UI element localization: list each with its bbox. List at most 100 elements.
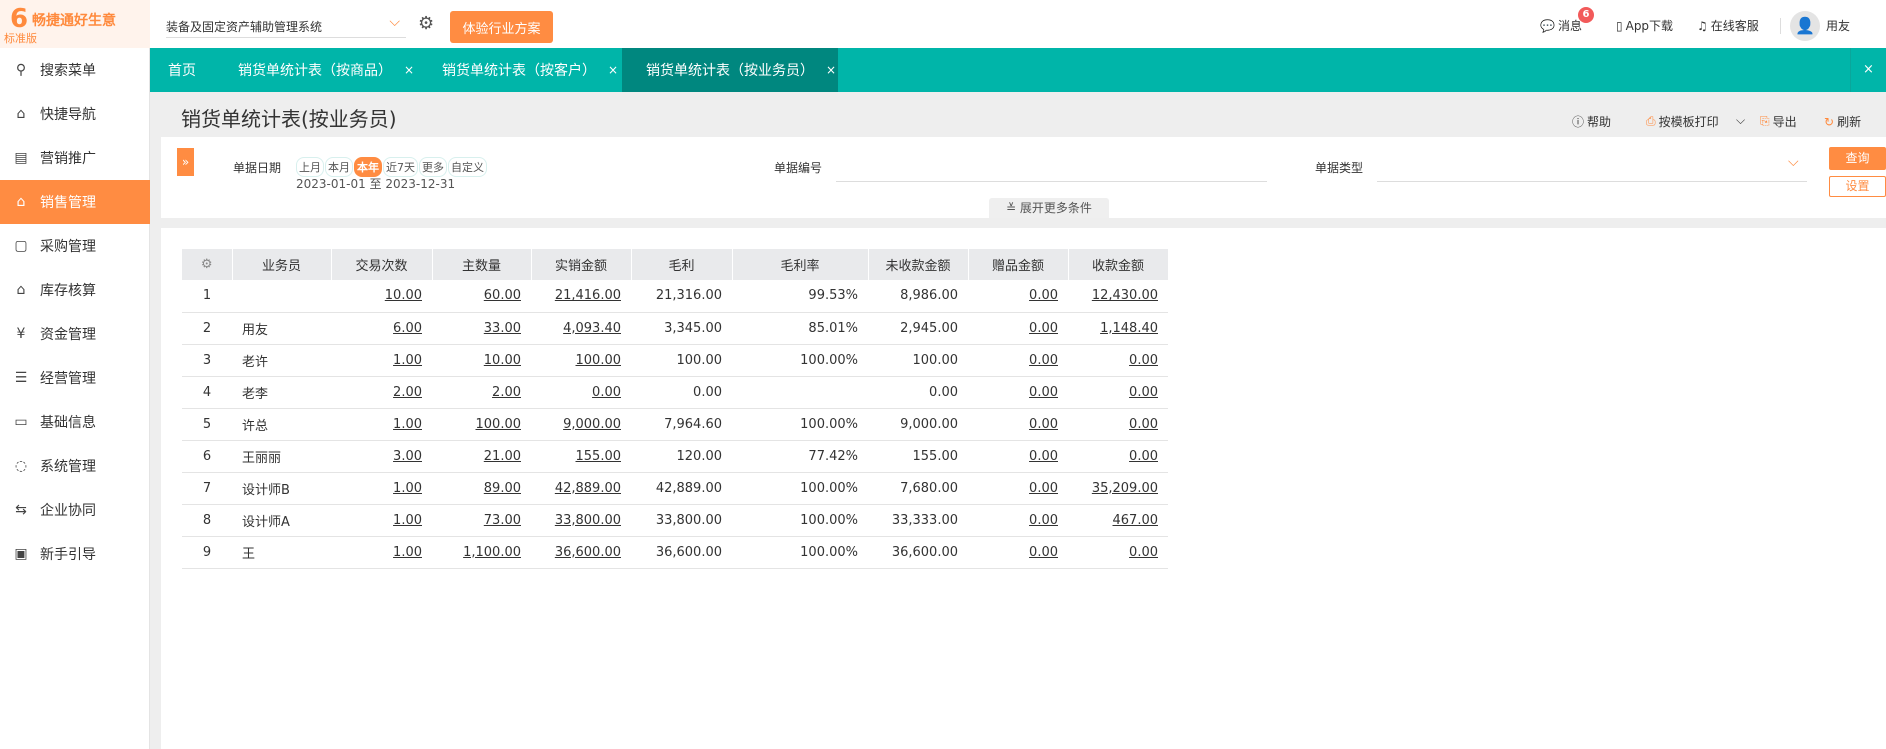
date-chip[interactable]: 本月 xyxy=(325,157,353,177)
cell-link[interactable]: 6.00 xyxy=(393,321,422,336)
table-row[interactable]: 2 用友 6.00 33.00 4,093.40 3,345.00 85.01% 2,945.… xyxy=(182,312,1168,345)
cell-link[interactable]: 9,000.00 xyxy=(563,417,621,432)
print-options-dropdown[interactable]: ⌵ xyxy=(1736,113,1745,128)
cell-link[interactable]: 1.00 xyxy=(393,353,422,368)
tab-home[interactable]: 首页 xyxy=(168,48,196,92)
app-download-button[interactable]: ▯ App下载 xyxy=(1616,17,1673,34)
cell-link[interactable]: 1.00 xyxy=(393,481,422,496)
cell-link[interactable]: 0.00 xyxy=(1029,385,1058,400)
cell-link[interactable]: 0.00 xyxy=(1029,513,1058,528)
cell-link[interactable]: 10.00 xyxy=(385,288,422,303)
cell-link[interactable]: 155.00 xyxy=(576,449,622,464)
type-select[interactable] xyxy=(1377,181,1807,182)
table-row[interactable]: 6 王丽丽 3.00 21.00 155.00 120.00 77.42% 155.00 0.0… xyxy=(182,440,1168,473)
column-header[interactable]: 毛利率 xyxy=(732,249,869,280)
sidebar-item[interactable]: ⌂ 库存核算 xyxy=(0,268,150,312)
table-row[interactable]: 8 设计师A 1.00 73.00 33,800.00 33,800.00 100.00% 3… xyxy=(182,504,1168,537)
brand-logo[interactable]: 6 畅捷通好生意 标准版 xyxy=(0,0,150,48)
help-button[interactable]: ⓘ 帮助 xyxy=(1572,113,1611,130)
export-button[interactable]: ⎘ 导出 xyxy=(1760,113,1797,130)
cell-link[interactable]: 0.00 xyxy=(1029,288,1058,303)
cell-link[interactable]: 100.00 xyxy=(576,353,622,368)
table-row[interactable]: 3 老许 1.00 10.00 100.00 100.00 100.00% 100.00 0.0… xyxy=(182,344,1168,377)
sidebar-item[interactable]: ▣ 新手引导 xyxy=(0,532,150,576)
table-row[interactable]: 4 老李 2.00 2.00 0.00 0.00 0.00 0.00 0.00 xyxy=(182,376,1168,409)
number-input[interactable] xyxy=(836,181,1267,182)
cell-link[interactable]: 0.00 xyxy=(1029,353,1058,368)
cell-link[interactable]: 42,889.00 xyxy=(555,481,621,496)
sidebar-item[interactable]: ☰ 经营管理 xyxy=(0,356,150,400)
cell-link[interactable]: 1,100.00 xyxy=(463,545,521,560)
cell-link[interactable]: 21,416.00 xyxy=(555,288,621,303)
cell-link[interactable]: 1.00 xyxy=(393,417,422,432)
cell-link[interactable]: 10.00 xyxy=(484,353,521,368)
tab-by-salesperson[interactable]: 销货单统计表（按业务员） × xyxy=(622,48,838,92)
cell-link[interactable]: 4,093.40 xyxy=(563,321,621,336)
cell-link[interactable]: 89.00 xyxy=(484,481,521,496)
cell-link[interactable]: 0.00 xyxy=(1029,417,1058,432)
cell-link[interactable]: 1.00 xyxy=(393,513,422,528)
sidebar-item[interactable]: ⚲ 搜索菜单 xyxy=(0,48,150,92)
table-row[interactable]: 1 10.00 60.00 21,416.00 21,316.00 99.53% 8,986… xyxy=(182,280,1168,313)
cell-link[interactable]: 100.00 xyxy=(476,417,522,432)
cell-link[interactable]: 36,600.00 xyxy=(555,545,621,560)
query-button[interactable]: 查询 xyxy=(1829,147,1886,170)
cell-link[interactable]: 0.00 xyxy=(592,385,621,400)
trial-industry-button[interactable]: 体验行业方案 xyxy=(450,11,553,43)
date-chip[interactable]: 自定义 xyxy=(448,157,487,177)
cell-link[interactable]: 0.00 xyxy=(1029,545,1058,560)
close-all-tabs-button[interactable]: × xyxy=(1850,48,1886,92)
table-row[interactable]: 9 王 1.00 1,100.00 36,600.00 36,600.00 100.00% 3… xyxy=(182,536,1168,569)
cell-link[interactable]: 1.00 xyxy=(393,545,422,560)
sidebar-item[interactable]: ▢ 采购管理 xyxy=(0,224,150,268)
cell-link[interactable]: 0.00 xyxy=(1029,481,1058,496)
table-row[interactable]: 5 许总 1.00 100.00 9,000.00 7,964.60 100.00% 9,00… xyxy=(182,408,1168,441)
template-print-button[interactable]: ⎙ 按模板打印 xyxy=(1646,113,1719,130)
cell-link[interactable]: 467.00 xyxy=(1113,513,1159,528)
refresh-button[interactable]: ↻ 刷新 xyxy=(1824,113,1861,130)
cell-link[interactable]: 2.00 xyxy=(393,385,422,400)
close-icon[interactable]: × xyxy=(826,63,836,77)
column-header[interactable]: 收款金额 xyxy=(1068,249,1169,280)
column-header[interactable]: 未收款金额 xyxy=(868,249,969,280)
sidebar-item[interactable]: ¥ 资金管理 xyxy=(0,312,150,356)
column-header[interactable]: 主数量 xyxy=(432,249,532,280)
table-row[interactable]: 7 设计师B 1.00 89.00 42,889.00 42,889.00 100.00% 7… xyxy=(182,472,1168,505)
sidebar-item[interactable]: ▤ 营销推广 xyxy=(0,136,150,180)
column-header[interactable]: 实销金额 xyxy=(531,249,632,280)
cell-link[interactable]: 21.00 xyxy=(484,449,521,464)
date-chip[interactable]: 本年 xyxy=(354,157,382,177)
cell-link[interactable]: 60.00 xyxy=(484,288,521,303)
tab-by-product[interactable]: 销货单统计表（按商品） × xyxy=(238,48,414,92)
tab-by-customer[interactable]: 销货单统计表（按客户） × xyxy=(442,48,618,92)
avatar[interactable]: 👤 xyxy=(1790,11,1820,41)
column-settings-icon[interactable]: ⚙ xyxy=(182,249,233,280)
cell-link[interactable]: 0.00 xyxy=(1029,321,1058,336)
online-service-button[interactable]: ♫ 在线客服 xyxy=(1697,17,1759,34)
cell-link[interactable]: 0.00 xyxy=(1129,417,1158,432)
expand-sidebar-button[interactable]: » xyxy=(177,148,194,176)
cell-link[interactable]: 73.00 xyxy=(484,513,521,528)
expand-more-conditions[interactable]: ≚ 展开更多条件 xyxy=(989,198,1109,218)
sidebar-item[interactable]: ◌ 系统管理 xyxy=(0,444,150,488)
sidebar-item[interactable]: ⌂ 快捷导航 xyxy=(0,92,150,136)
cell-link[interactable]: 2.00 xyxy=(492,385,521,400)
settings-button[interactable]: 设置 xyxy=(1829,176,1886,197)
column-header[interactable]: 毛利 xyxy=(631,249,733,280)
cell-link[interactable]: 33.00 xyxy=(484,321,521,336)
date-chip[interactable]: 近7天 xyxy=(383,157,418,177)
cell-link[interactable]: 12,430.00 xyxy=(1092,288,1158,303)
cell-link[interactable]: 0.00 xyxy=(1129,353,1158,368)
cell-link[interactable]: 35,209.00 xyxy=(1092,481,1158,496)
cell-link[interactable]: 33,800.00 xyxy=(555,513,621,528)
cell-link[interactable]: 0.00 xyxy=(1129,385,1158,400)
user-name[interactable]: 用友 xyxy=(1826,17,1850,34)
column-header[interactable]: 业务员 xyxy=(232,249,332,280)
messages-button[interactable]: 💬 消息 xyxy=(1540,17,1582,34)
cell-link[interactable]: 0.00 xyxy=(1129,449,1158,464)
column-header[interactable]: 赠品金额 xyxy=(968,249,1069,280)
close-icon[interactable]: × xyxy=(608,63,618,77)
cell-link[interactable]: 1,148.40 xyxy=(1100,321,1158,336)
sidebar-item[interactable]: ⇆ 企业协同 xyxy=(0,488,150,532)
sidebar-item[interactable]: ⌂ 销售管理 xyxy=(0,180,150,224)
